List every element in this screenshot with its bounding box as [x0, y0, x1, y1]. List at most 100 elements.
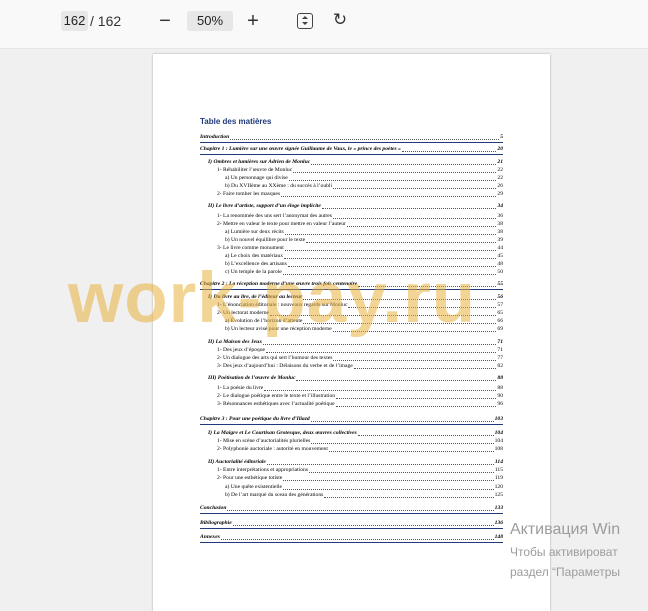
toc-entry-page: 21: [497, 159, 503, 165]
toc-leader: [270, 314, 497, 316]
toc-entry[interactable]: Chapitre 2 : La réception moderne d’une …: [200, 281, 503, 288]
toc-entry[interactable]: 3- Des jeux d’aujourd’hui : Délaisons du…: [217, 363, 503, 370]
toc-entry[interactable]: Annexes 148: [200, 534, 503, 541]
toc-entry[interactable]: a) Un personnage qui divise 22: [225, 175, 503, 182]
toc-entry[interactable]: II) La Maison des Jeux 71: [208, 339, 503, 346]
toc-entry[interactable]: 2- Polyphonie auctoriale : autorité en m…: [217, 446, 503, 453]
toc-entry[interactable]: Conclusion 133: [200, 505, 503, 512]
toc-entry-label: II) Le livre d’artiste, support d’un élo…: [208, 203, 321, 209]
toc-entry[interactable]: 1- Entre interprétations et appropriatio…: [217, 467, 503, 474]
toc-entry[interactable]: I) La Maigre et Le Courtisan Grotesque, …: [208, 430, 503, 437]
zoom-in-button[interactable]: +: [241, 9, 265, 33]
toc-entry-label: II) La Maison des Jeux: [208, 339, 263, 345]
toc-entry[interactable]: II) Le livre d’artiste, support d’un élo…: [208, 203, 503, 210]
toc-entry[interactable]: II) Auctorialité éditoriale 114: [208, 459, 503, 466]
toc-entry-label: I) Du livre au lire, de l’éditeur au lec…: [208, 294, 303, 300]
toc-leader: [332, 217, 497, 219]
toc-entry-label: 1- Des jeux d’époque: [217, 347, 265, 353]
toc-entry[interactable]: b) Un nouvel équilibre pour le texte 39: [225, 237, 503, 244]
rotate-icon[interactable]: ↻: [331, 11, 349, 29]
zoom-level[interactable]: 50%: [187, 11, 233, 31]
toc-leader: [310, 420, 494, 422]
toc-leader: [357, 434, 494, 436]
toc-entry[interactable]: 2- Un lectorat moderne 65: [217, 310, 503, 317]
toc-entry-label: a) Évolution de l’horizon d’attente: [225, 318, 303, 324]
toc-entry[interactable]: b) L’excellence des artisans 48: [225, 261, 503, 268]
toc-entry[interactable]: 1- Réhabiliter l’œuvre de Monluc 22: [217, 167, 503, 174]
toc-leader: [283, 488, 494, 490]
toc-leader: [284, 257, 497, 259]
toc-entry-page: 29: [497, 191, 503, 197]
toc-leader: [321, 207, 497, 209]
toc-entry-page: 104: [494, 438, 503, 444]
toc-entry[interactable]: Introduction 5: [200, 134, 503, 141]
toc-entry-page: 50: [497, 269, 503, 275]
toc-entry[interactable]: 3- Le livre comme monument 44: [217, 245, 503, 252]
toc-leader: [306, 241, 497, 243]
toc-entry[interactable]: a) Évolution de l’horizon d’attente 66: [225, 318, 503, 325]
toc-leader: [353, 367, 497, 369]
toc-entry-page: 48: [497, 261, 503, 267]
toc-entry[interactable]: c) Un temple de la parole 50: [225, 269, 503, 276]
toc-entry-page: 55: [497, 281, 503, 287]
toc-entry-page: 22: [497, 175, 503, 181]
toc-entry-label: 1- La renommée des uns sert l’anonymat d…: [217, 213, 332, 219]
toc-leader: [324, 496, 494, 498]
toc-rule: [200, 542, 503, 543]
zoom-out-button[interactable]: −: [153, 9, 177, 33]
toc-entry[interactable]: I) Du livre au lire, de l’éditeur au lec…: [208, 294, 503, 301]
toc-entry-label: Chapitre 2 : La réception moderne d’une …: [200, 281, 358, 287]
toc-entry-page: 38: [497, 229, 503, 235]
toc-entry-page: 20: [497, 146, 503, 152]
toc-entry[interactable]: I) Ombres et lumières sur Adrien de Monl…: [208, 159, 503, 166]
toc-entry[interactable]: 1- Des jeux d’époque 71: [217, 347, 503, 354]
toc-leader: [303, 322, 497, 324]
toc-leader: [333, 359, 497, 361]
toc-entry-label: a) Le choix des matériaux: [225, 253, 284, 259]
toc-entry-label: 2- Faire tomber les masques: [217, 191, 281, 197]
toc-entry[interactable]: b) De l’art marqué du sceau des générati…: [225, 492, 503, 499]
toc-entry[interactable]: 1- L’énonciation éditoriale : nouveaux r…: [217, 302, 503, 309]
toc-leader: [332, 330, 497, 332]
toc-entry-page: 44: [497, 245, 503, 251]
toc-leader: [346, 225, 497, 227]
toc-entry[interactable]: 1- La renommée des uns sert l’anonymat d…: [217, 213, 503, 220]
toc-leader: [283, 479, 494, 481]
toc-entry[interactable]: Chapitre 1 : Lumière sur une œuvre signé…: [200, 146, 503, 153]
windows-activation-text-2: раздел “Параметры: [510, 565, 621, 579]
toc-entry[interactable]: b) Du XVIIème au XXème : du succès à l’o…: [225, 183, 503, 190]
toc-entry[interactable]: 1- Mise en scène d’auctorialités pluriel…: [217, 438, 503, 445]
toc-leader: [266, 351, 497, 353]
toc-rule: [200, 289, 503, 290]
toc-entry-page: 136: [494, 520, 503, 526]
toc-entry[interactable]: 2- Pour une esthétique totiste 119: [217, 475, 503, 482]
toc-leader: [288, 179, 497, 181]
toc-entry-page: 88: [497, 375, 503, 381]
toc-entry-label: 3- Des jeux d’aujourd’hui : Délaisons du…: [217, 363, 353, 369]
toc-entry[interactable]: Bibliographie 136: [200, 520, 503, 527]
toc-entry[interactable]: III) Poétisation de l’œuvre de Monluc 88: [208, 375, 503, 382]
toc-entry-label: Conclusion: [200, 505, 227, 511]
toc-entry[interactable]: 1- La poésie du livre 88: [217, 385, 503, 392]
toc-entry[interactable]: a) Lumière sur deux récits 38: [225, 229, 503, 236]
toc-entry-page: 115: [494, 467, 503, 473]
toc-leader: [296, 379, 497, 381]
toc-entry[interactable]: b) Un lecteur avisé pour une réception m…: [225, 326, 503, 333]
toc-entry-label: 3- Résonnances esthétiques avec l’actual…: [217, 401, 335, 407]
minus-icon: −: [159, 10, 171, 32]
toc-entry[interactable]: a) Le choix des matériaux 45: [225, 253, 503, 260]
toc-entry[interactable]: 3- Résonnances esthétiques avec l’actual…: [217, 401, 503, 408]
toc-entry[interactable]: 2- Mettre en valeur le texte pour mettre…: [217, 221, 503, 228]
toc-entry[interactable]: 2- Un dialogue des arts qui sert l’humou…: [217, 355, 503, 362]
toc-leader: [282, 273, 497, 275]
toc-entry[interactable]: 2- Faire tomber les masques 29: [217, 191, 503, 198]
page-total: 162: [97, 13, 122, 29]
toc-entry[interactable]: 2- Le dialogue poétique entre le texte e…: [217, 393, 503, 400]
fit-page-icon[interactable]: [297, 13, 313, 29]
toc-rule: [200, 513, 503, 514]
toc-entry[interactable]: Chapitre 3 : Pour une poétique du livre …: [200, 416, 503, 423]
toc-entry[interactable]: a) Une quête existentielle 120: [225, 484, 503, 491]
page-number-input[interactable]: 162: [61, 11, 88, 31]
page-separator: /: [90, 13, 94, 29]
toc-entry-page: 71: [497, 339, 503, 345]
